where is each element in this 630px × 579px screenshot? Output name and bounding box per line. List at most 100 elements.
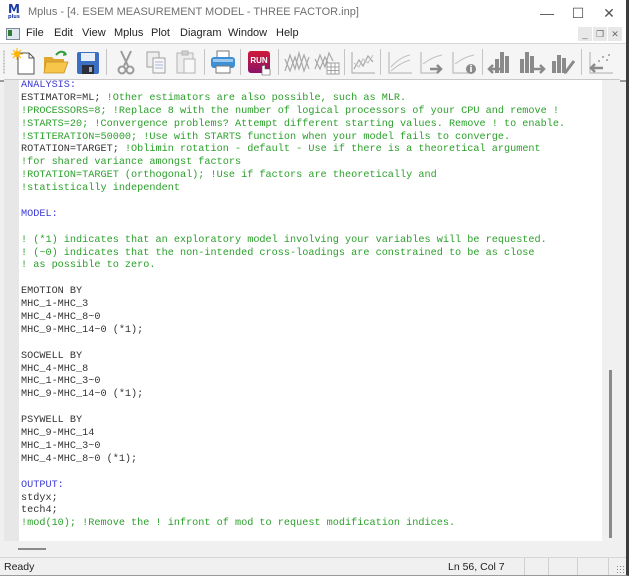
maximize-button[interactable]: ☐ [563, 2, 593, 24]
toolbar-separator [344, 49, 345, 75]
code-line: MODEL: [21, 209, 601, 222]
resize-grip[interactable] [616, 565, 624, 573]
scatter-import-button[interactable] [587, 47, 615, 77]
code-line: ANALYSIS: [21, 80, 601, 93]
save-button[interactable] [74, 47, 102, 77]
bar-export-button[interactable] [518, 47, 546, 77]
copy-icon [146, 51, 166, 74]
status-bar: Ready Ln 56, Col 7 [0, 557, 626, 575]
code-line: MHC_9-MHC_14 [21, 428, 601, 441]
menu-plot[interactable]: Plot [151, 27, 170, 39]
plot-info-button[interactable] [450, 47, 478, 77]
print-button[interactable] [209, 47, 237, 77]
bar-edit-button[interactable] [549, 47, 577, 77]
plot-line-button[interactable] [386, 47, 414, 77]
menu-edit[interactable]: Edit [54, 27, 73, 39]
toolbar-separator [106, 49, 107, 75]
menu-file[interactable]: File [26, 27, 44, 39]
menu-window[interactable]: Window [228, 27, 267, 39]
code-line: !for shared variance amongst factors [21, 157, 601, 170]
menu-diagram[interactable]: Diagram [180, 27, 222, 39]
code-text: stdyx; [21, 492, 58, 504]
mdi-close-button[interactable]: ✕ [608, 27, 622, 41]
vertical-scroll-thumb[interactable] [609, 370, 612, 538]
code-text: tech4; [21, 505, 58, 517]
code-line: MHC_1-MHC_3 [21, 299, 601, 312]
mdi-minimize-button[interactable]: _ [578, 27, 592, 41]
toolbar: RUN [0, 43, 626, 82]
plot-button[interactable] [283, 47, 311, 77]
code-text: EMOTION BY [21, 286, 83, 298]
code-comment: !mod(10); !Remove the ! infront of mod t… [21, 518, 456, 530]
horizontal-scroll-thumb[interactable] [18, 548, 46, 550]
copy-button[interactable] [142, 47, 170, 77]
code-keyword: ANALYSIS: [21, 80, 77, 91]
code-comment: ! (*1) indicates that an exploratory mod… [21, 234, 547, 246]
horizontal-scrollbar[interactable] [4, 541, 620, 557]
code-line: MHC_4-MHC_8~0 [21, 312, 601, 325]
code-comment: !PROCESSORS=8; !Replace 8 with the numbe… [21, 105, 559, 117]
line-plot-icon [284, 50, 310, 73]
code-line: !ROTATION=TARGET (orthogonal); !Use if f… [21, 170, 601, 183]
close-button[interactable]: ✕ [594, 2, 624, 24]
menu-bar: File Edit View Mplus Plot Diagram Window… [0, 26, 626, 43]
code-line: MHC_4-MHC_8~0 (*1); [21, 454, 601, 467]
code-line: tech4; [21, 505, 601, 518]
new-file-button[interactable] [10, 47, 38, 77]
code-line: ! (~0) indicates that the non-intended c… [21, 248, 601, 261]
menu-mplus[interactable]: Mplus [114, 27, 143, 39]
paste-button[interactable] [172, 47, 200, 77]
code-line: ! as possible to zero. [21, 260, 601, 273]
minimize-button[interactable]: — [532, 2, 562, 24]
bar-import-button[interactable] [487, 47, 515, 77]
line-chart-icon [388, 52, 412, 74]
code-line: MHC_4-MHC_8 [21, 364, 601, 377]
status-text: Ready [4, 561, 35, 573]
code-comment: !statistically independent [21, 183, 180, 195]
mdi-restore-button[interactable]: ❐ [593, 27, 607, 41]
code-text: ESTIMATOR=ML; [21, 92, 107, 104]
code-text: MHC_9-MHC_14~0 (*1); [21, 324, 144, 336]
save-icon [77, 52, 99, 74]
code-comment: !for shared variance amongst factors [21, 157, 242, 169]
code-keyword: MODEL: [21, 208, 58, 220]
cut-button[interactable] [112, 47, 140, 77]
code-comment: !Other estimators are also possible, suc… [106, 92, 407, 104]
toolbar-grip[interactable] [3, 50, 5, 74]
code-comment: ! (~0) indicates that the non-intended c… [21, 247, 535, 259]
paste-icon [176, 50, 196, 74]
status-divider [548, 558, 549, 575]
vertical-scrollbar[interactable] [602, 80, 620, 542]
run-icon: RUN [248, 51, 271, 76]
menu-help[interactable]: Help [276, 27, 299, 39]
plot-data-button[interactable] [313, 47, 341, 77]
plot-export-button[interactable] [418, 47, 446, 77]
plot-view-button[interactable] [349, 47, 377, 77]
toolbar-separator [380, 49, 381, 75]
title-bar: Mplus Mplus - [4. ESEM MEASUREMENT MODEL… [0, 0, 626, 26]
code-text: ROTATION=TARGET; [21, 144, 125, 156]
editor-content[interactable]: ANALYSIS: ESTIMATOR=ML; !Other estimators… [21, 80, 601, 531]
code-line: MHC_1-MHC_3~0 [21, 376, 601, 389]
code-text: MHC_1-MHC_3~0 [21, 376, 101, 388]
menu-view[interactable]: View [82, 27, 106, 39]
code-comment: !STARTS=20; !Convergence problems? Attem… [21, 118, 566, 130]
code-line: MHC_1-MHC_3~0 [21, 441, 601, 454]
new-file-icon [11, 48, 35, 75]
mplus-logo-icon: Mplus [8, 2, 20, 20]
document-icon[interactable] [6, 28, 20, 40]
chart-icon [351, 52, 375, 74]
code-line: MHC_9-MHC_14~0 (*1); [21, 389, 601, 402]
open-button[interactable] [42, 47, 70, 77]
run-button[interactable]: RUN [246, 47, 274, 77]
toolbar-separator [482, 49, 483, 75]
toolbar-separator [240, 49, 241, 75]
code-editor[interactable]: ANALYSIS: ESTIMATOR=ML; !Other estimators… [4, 79, 620, 542]
plot-table-icon [314, 51, 340, 75]
